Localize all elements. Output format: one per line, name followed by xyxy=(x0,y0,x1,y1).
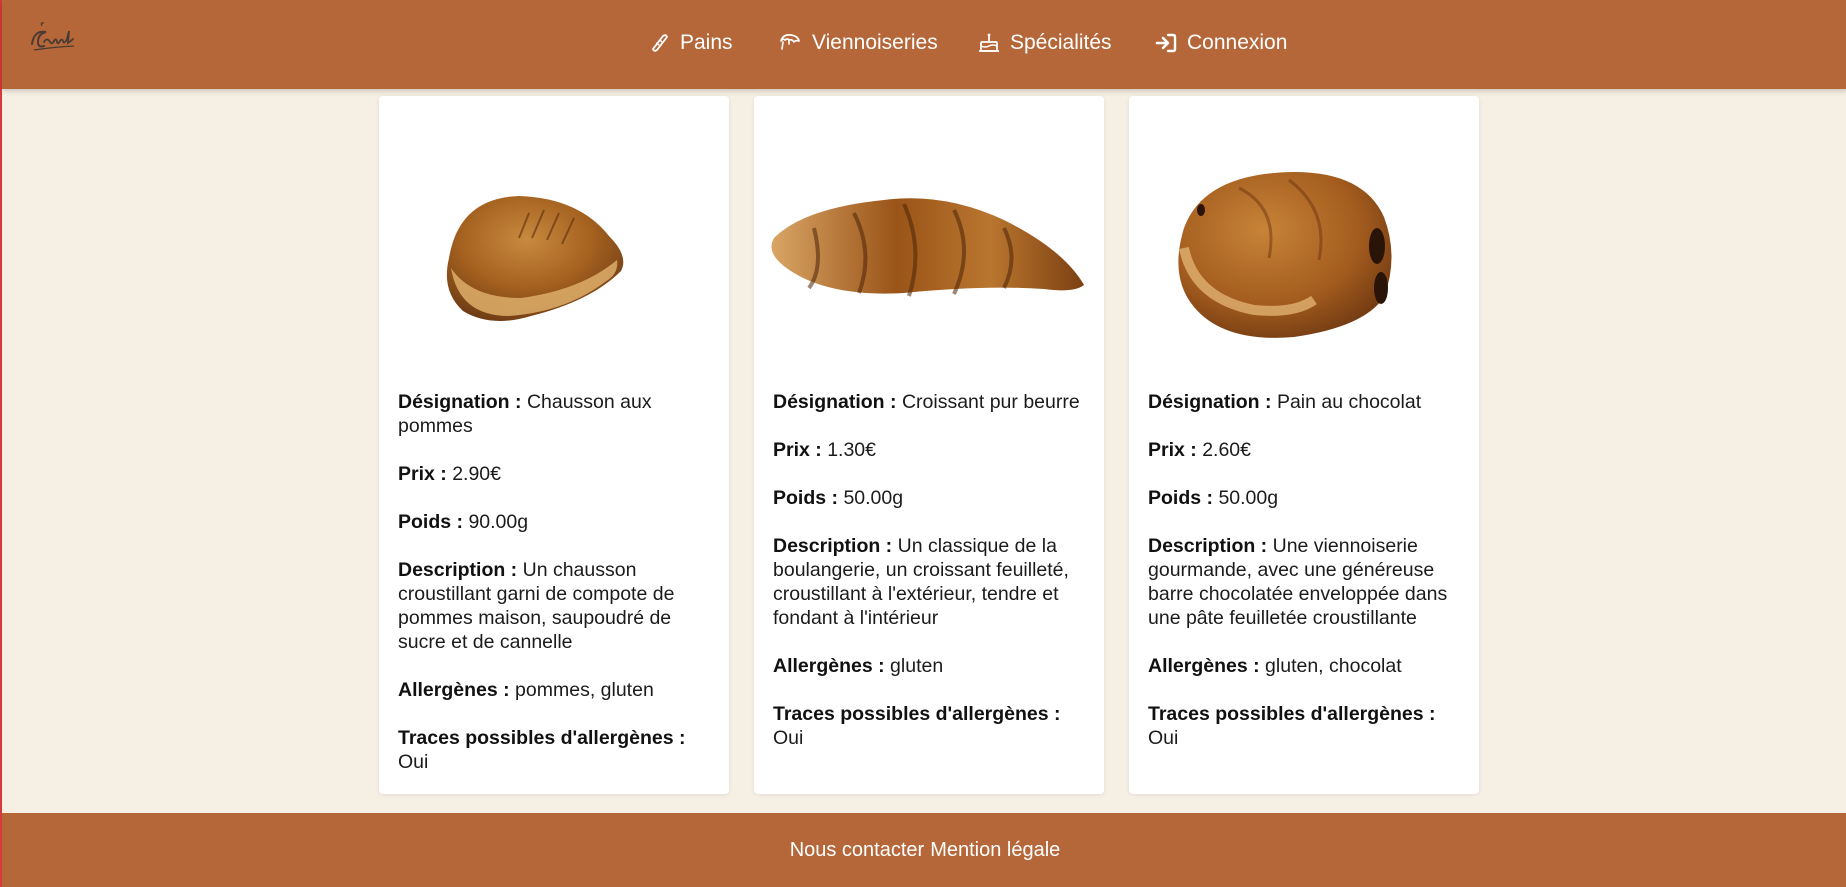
poids-label: Poids : xyxy=(398,511,464,533)
designation-value: Croissant pur beurre xyxy=(901,391,1080,413)
top-navbar: Pains Viennoiseries Spécialités Connexio… xyxy=(2,0,1846,89)
bread-icon xyxy=(652,34,668,52)
description-label: Description : xyxy=(1148,535,1268,557)
designation-label: Désignation : xyxy=(398,391,522,413)
product-details: Désignation : Pain au chocolat Prix : 2.… xyxy=(1148,390,1463,774)
poids-value: 90.00g xyxy=(468,511,529,533)
traces-label: Traces possibles d'allergènes : xyxy=(398,727,686,749)
prix-value: 2.90€ xyxy=(452,463,502,485)
traces-value: Oui xyxy=(773,727,804,749)
poids-value: 50.00g xyxy=(843,487,904,509)
prix-label: Prix : xyxy=(773,439,822,461)
main-nav: Pains Viennoiseries Spécialités Connexio… xyxy=(2,0,1846,89)
allergenes-label: Allergènes : xyxy=(398,679,510,701)
contact-link[interactable]: Nous contacter xyxy=(790,839,925,862)
nav-item-connexion[interactable]: Connexion xyxy=(1155,27,1287,59)
poids-value: 50.00g xyxy=(1218,487,1279,509)
product-card-croissant: Désignation : Croissant pur beurre Prix … xyxy=(754,96,1104,794)
traces-value: Oui xyxy=(398,751,429,773)
product-card-pain-au-chocolat: Désignation : Pain au chocolat Prix : 2.… xyxy=(1129,96,1479,794)
croissant-image xyxy=(771,198,1084,297)
designation-label: Désignation : xyxy=(773,391,897,413)
nav-item-specialites[interactable]: Spécialités xyxy=(978,27,1112,59)
designation-value: Pain au chocolat xyxy=(1276,391,1422,413)
product-card-chausson: Désignation : Chausson aux pommes Prix :… xyxy=(379,96,729,794)
allergenes-value: gluten xyxy=(890,655,944,677)
prix-label: Prix : xyxy=(398,463,447,485)
page-footer: Nous contacter Mention légale xyxy=(2,813,1846,887)
prix-value: 1.30€ xyxy=(827,439,877,461)
croissant-icon xyxy=(780,34,800,50)
allergenes-label: Allergènes : xyxy=(773,655,885,677)
prix-value: 2.60€ xyxy=(1202,439,1252,461)
description-label: Description : xyxy=(398,559,518,581)
nav-item-viennoiseries[interactable]: Viennoiseries xyxy=(778,27,938,59)
traces-label: Traces possibles d'allergènes : xyxy=(773,703,1061,725)
poids-label: Poids : xyxy=(1148,487,1214,509)
allergenes-value: pommes, gluten xyxy=(515,679,654,701)
nav-label-connexion: Connexion xyxy=(1187,31,1288,54)
prix-label: Prix : xyxy=(1148,439,1197,461)
cake-icon xyxy=(979,33,999,52)
description-label: Description : xyxy=(773,535,893,557)
product-details: Désignation : Chausson aux pommes Prix :… xyxy=(398,390,713,798)
legal-notice-link[interactable]: Mention légale xyxy=(930,839,1060,862)
traces-value: Oui xyxy=(1148,727,1179,749)
allergenes-value: gluten, chocolat xyxy=(1265,655,1402,677)
sign-in-icon xyxy=(1155,33,1177,53)
product-details: Désignation : Croissant pur beurre Prix … xyxy=(773,390,1088,774)
nav-item-pains[interactable]: Pains xyxy=(648,27,733,59)
poids-label: Poids : xyxy=(773,487,839,509)
nav-label-pains: Pains xyxy=(680,31,733,54)
pain-au-chocolat-image xyxy=(1178,172,1392,338)
chausson-aux-pommes-image xyxy=(446,196,624,321)
nav-label-viennoiseries: Viennoiseries xyxy=(812,31,938,54)
traces-label: Traces possibles d'allergènes : xyxy=(1148,703,1436,725)
allergenes-label: Allergènes : xyxy=(1148,655,1260,677)
nav-label-specialites: Spécialités xyxy=(1010,31,1112,54)
designation-label: Désignation : xyxy=(1148,391,1272,413)
